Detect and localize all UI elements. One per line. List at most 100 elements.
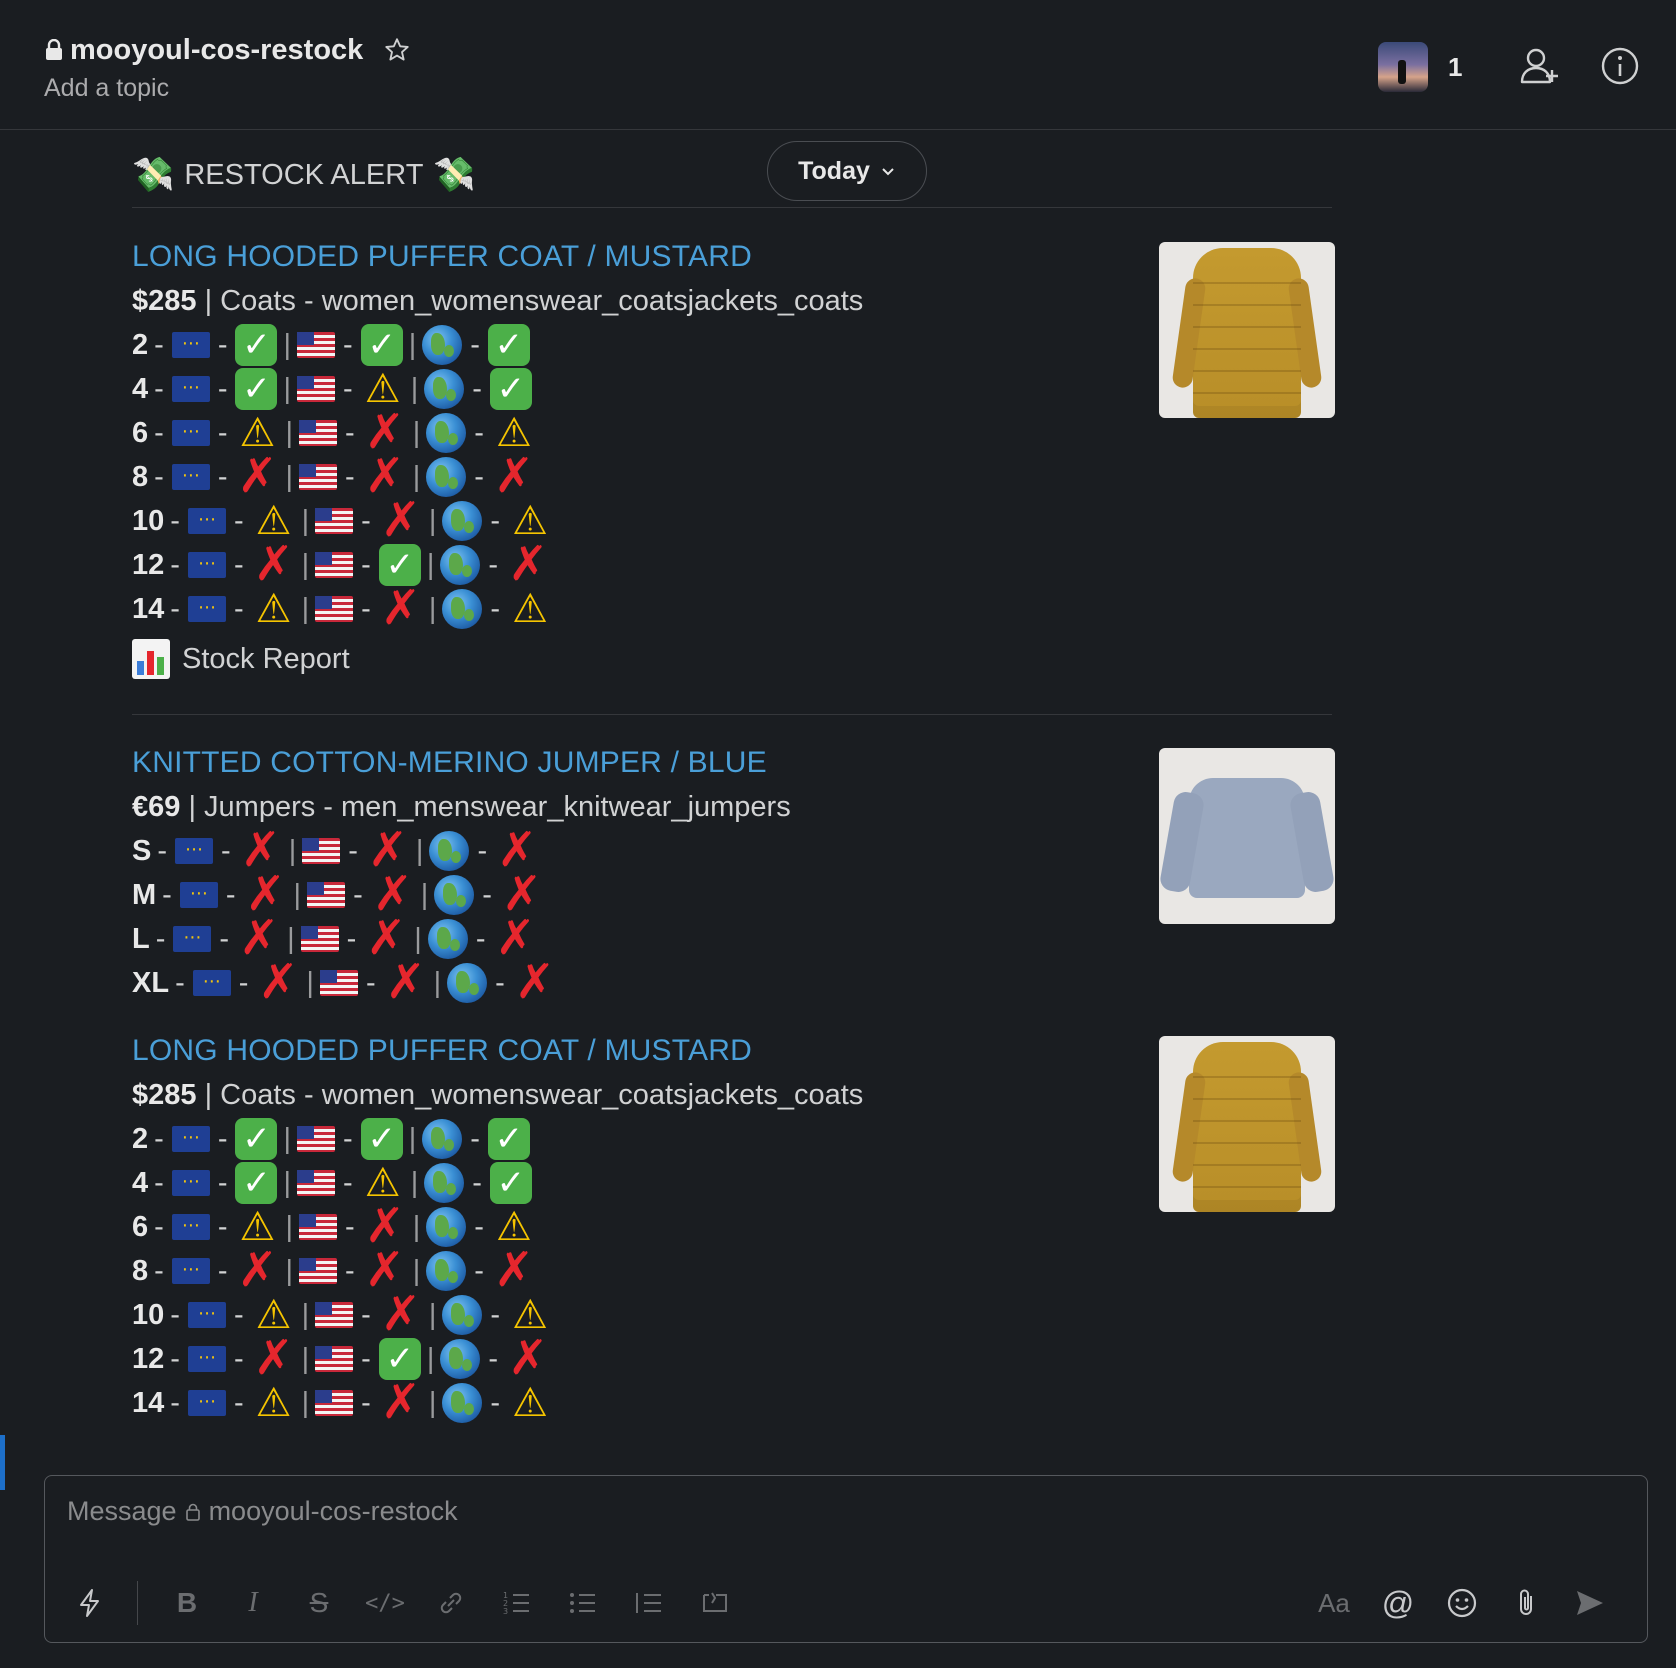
message-input[interactable]: Message mooyoul-cos-restock: [67, 1496, 458, 1527]
stock-line: 10--⚠|-✗|-⚠: [132, 1291, 1332, 1339]
coat-quilting: [1193, 262, 1301, 412]
star-icon[interactable]: [383, 36, 411, 64]
eu-flag-icon: [187, 1388, 226, 1416]
product-category: | Coats - women_womenswear_coatsjackets_…: [196, 285, 864, 317]
size-label: 2: [132, 1123, 149, 1155]
size-label: 2: [132, 329, 149, 361]
product-image[interactable]: [1159, 1036, 1335, 1212]
stock-line: XL--✗|-✗|-✗: [132, 956, 1332, 1009]
channel-topic[interactable]: Add a topic: [44, 74, 169, 103]
member-count[interactable]: 1: [1448, 52, 1462, 83]
stock-line: 6--⚠|-✗|-⚠: [132, 1203, 1332, 1251]
formatting-toggle[interactable]: Aa: [1309, 1578, 1359, 1628]
italic-icon[interactable]: I: [228, 1578, 278, 1628]
chevron-down-icon: [882, 168, 894, 176]
separator-bar: |: [283, 1123, 292, 1155]
separator-bar: |: [412, 1211, 421, 1243]
globe-icon: [442, 1295, 483, 1335]
separator-dash: -: [474, 1211, 484, 1243]
link-icon[interactable]: [426, 1578, 476, 1628]
separator-bar: |: [433, 967, 442, 999]
message-composer[interactable]: Message mooyoul-cos-restock B I S </> 12…: [44, 1475, 1648, 1643]
us-out-of-stock-x-icon: ✗: [380, 582, 421, 635]
stock-list: 2--✓|-✓|-✓4--✓|-⚠|-✓6--⚠|-✗|-⚠8--✗|-✗|-✗…: [132, 1117, 1332, 1427]
eu-flag-icon: [175, 836, 214, 864]
stock-line: 12--✗|-✓|-✗: [132, 1335, 1332, 1383]
global-low-stock-warning-icon: ⚠: [495, 1205, 532, 1249]
size-label: 14: [132, 593, 165, 625]
shortcuts-bolt-icon[interactable]: [65, 1578, 115, 1628]
product-image[interactable]: [1159, 748, 1335, 924]
product-title-link[interactable]: LONG HOODED PUFFER COAT / MUSTARD: [132, 235, 1332, 279]
stock-line: S--✗|-✗|-✗: [132, 824, 1332, 877]
attachment-icon[interactable]: [1501, 1578, 1551, 1628]
bulleted-list-icon[interactable]: [558, 1578, 608, 1628]
date-divider-label: Today: [798, 156, 870, 185]
blockquote-icon[interactable]: [624, 1578, 674, 1628]
restock-alert-title: RESTOCK ALERT: [184, 158, 424, 191]
separator-bar: |: [408, 329, 417, 361]
bold-icon[interactable]: B: [162, 1578, 212, 1628]
member-avatar[interactable]: [1378, 42, 1428, 92]
stock-line: 2--✓|-✓|-✓: [132, 1117, 1332, 1161]
message-list[interactable]: 💸 RESTOCK ALERT 💸 LONG HOODED PUFFER COA…: [0, 131, 1676, 1451]
size-label: 4: [132, 373, 149, 405]
size-label: 6: [132, 417, 149, 449]
separator-dash: -: [490, 593, 501, 625]
product-meta: $285 | Coats - women_womenswear_coatsjac…: [132, 279, 1332, 323]
us-flag-icon: [315, 1302, 354, 1328]
date-divider-button[interactable]: Today: [767, 141, 927, 201]
product-title-link[interactable]: KNITTED COTTON-MERINO JUMPER / BLUE: [132, 741, 1332, 785]
separator-dash: -: [490, 505, 501, 537]
separator-dash: -: [365, 967, 376, 999]
eu-in-stock-check-icon: ✓: [235, 324, 278, 366]
eu-out-of-stock-x-icon: ✗: [258, 956, 299, 1009]
separator-bar: |: [285, 1211, 294, 1243]
eu-flag-icon: [171, 1256, 210, 1284]
eu-out-of-stock-x-icon: ✗: [240, 824, 281, 877]
eu-flag-icon: [171, 374, 210, 402]
stock-report[interactable]: Stock Report: [132, 631, 1332, 687]
send-icon[interactable]: [1565, 1578, 1615, 1628]
global-in-stock-check-icon: ✓: [489, 368, 532, 410]
eu-out-of-stock-x-icon: ✗: [237, 450, 278, 503]
separator-dash: -: [154, 1255, 164, 1287]
separator-dash: -: [217, 461, 228, 493]
channel-title-button[interactable]: mooyoul-cos-restock: [44, 30, 411, 70]
info-icon[interactable]: [1600, 46, 1640, 86]
global-in-stock-check-icon: ✓: [487, 1118, 530, 1160]
separator-dash: -: [361, 593, 371, 625]
separator-dash: -: [345, 461, 355, 493]
us-in-stock-check-icon: ✓: [360, 324, 403, 366]
us-out-of-stock-x-icon: ✗: [380, 494, 421, 547]
global-out-of-stock-x-icon: ✗: [495, 912, 536, 965]
code-icon[interactable]: </>: [360, 1578, 410, 1628]
separator-dash: -: [155, 923, 166, 955]
global-out-of-stock-x-icon: ✗: [507, 538, 549, 591]
separator-dash: -: [233, 1343, 244, 1375]
code-block-icon[interactable]: [690, 1578, 740, 1628]
separator-bar: |: [301, 1387, 310, 1419]
us-flag-icon: [297, 376, 336, 402]
size-label: L: [132, 923, 150, 955]
mention-icon[interactable]: @: [1373, 1578, 1423, 1628]
ordered-list-icon[interactable]: 123: [492, 1578, 542, 1628]
separator-bar: |: [414, 923, 422, 955]
emoji-icon[interactable]: [1437, 1578, 1487, 1628]
message-placeholder-prefix: Message: [67, 1496, 177, 1526]
add-member-icon[interactable]: [1518, 44, 1562, 88]
globe-icon: [424, 1163, 465, 1203]
product-image[interactable]: [1159, 242, 1335, 418]
product-price: $285: [132, 285, 197, 317]
separator-dash: -: [233, 1299, 244, 1331]
separator-dash: -: [225, 879, 236, 911]
eu-flag-icon: [192, 968, 231, 996]
strikethrough-icon[interactable]: S: [294, 1578, 344, 1628]
product-title-link[interactable]: LONG HOODED PUFFER COAT / MUSTARD: [132, 1029, 1332, 1073]
globe-icon: [442, 589, 483, 629]
separator-dash: -: [474, 1255, 484, 1287]
separator-bar: |: [408, 1123, 417, 1155]
eu-in-stock-check-icon: ✓: [235, 1118, 278, 1160]
separator-dash: -: [488, 549, 499, 581]
separator-bar: |: [288, 835, 297, 867]
